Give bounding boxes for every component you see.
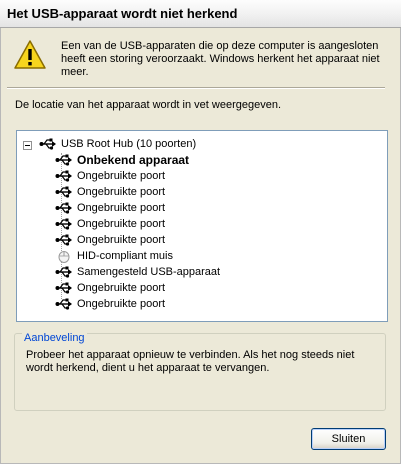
warning-icon <box>14 40 46 69</box>
usb-icon <box>55 298 72 310</box>
usb-icon <box>39 138 56 150</box>
usb-icon <box>55 218 72 230</box>
window-title: Het USB-apparaat wordt niet herkend <box>7 6 238 21</box>
tree-item-label: Ongebruikte poort <box>77 282 166 294</box>
tree-item-label: Ongebruikte poort <box>77 298 166 310</box>
close-button[interactable]: Sluiten <box>311 428 386 450</box>
mouse-icon <box>58 251 70 263</box>
usb-icon <box>55 186 72 198</box>
usb-icon <box>55 170 72 182</box>
tree-item-label: Ongebruikte poort <box>77 170 166 182</box>
tree-item-label: Samengesteld USB-apparaat <box>77 266 221 278</box>
device-tree[interactable]: USB Root Hub (10 poorten) Onbekend appar… <box>16 130 388 322</box>
location-text: De locatie van het apparaat wordt in vet… <box>15 99 281 111</box>
usb-icon <box>55 154 72 166</box>
usb-icon <box>55 266 72 278</box>
tree-item-label: Onbekend apparaat <box>77 153 190 167</box>
tree-item-label: Ongebruikte poort <box>77 202 166 214</box>
usb-icon <box>55 234 72 246</box>
tree-item-label: Ongebruikte poort <box>77 186 166 198</box>
collapse-toggle[interactable] <box>23 141 32 150</box>
usb-icon <box>55 282 72 294</box>
recommendation-title: Aanbeveling <box>22 332 87 344</box>
separator <box>7 87 385 89</box>
tree-item-label: Ongebruikte poort <box>77 218 166 230</box>
title-bar[interactable]: Het USB-apparaat wordt niet herkend <box>0 0 401 28</box>
error-message: Een van de USB-apparaten die op deze com… <box>61 40 380 78</box>
recommendation-text: Probeer het apparaat opnieuw te verbinde… <box>26 349 355 374</box>
tree-item-label: Ongebruikte poort <box>77 234 166 246</box>
tree-root-label: USB Root Hub (10 poorten) <box>61 138 197 150</box>
usb-icon <box>55 202 72 214</box>
tree-item-label: HID-compliant muis <box>77 250 173 262</box>
